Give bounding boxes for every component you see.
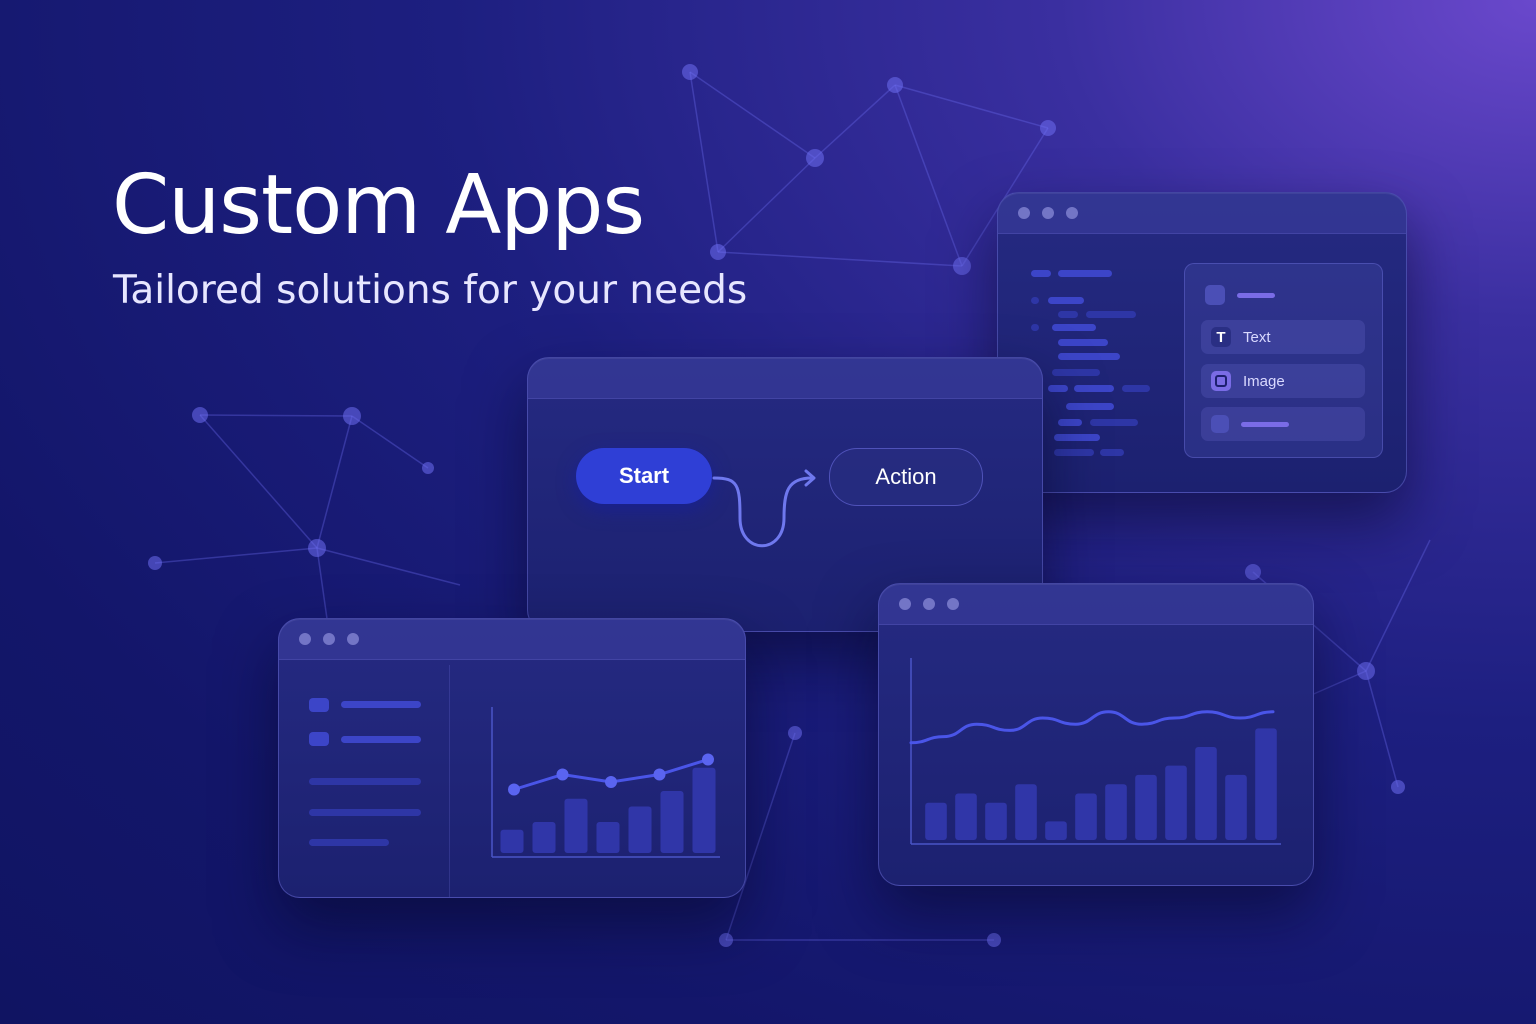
editor-window-titlebar — [998, 193, 1406, 234]
sidebar-item-label — [341, 701, 421, 708]
chart-bar — [985, 802, 1007, 840]
editor-window: T Text Image — [997, 192, 1407, 493]
flow-window-titlebar — [528, 358, 1042, 399]
chart-bar — [660, 791, 684, 853]
dashboard-chart — [491, 707, 720, 858]
window-dot-icon — [1042, 207, 1054, 219]
chart-bar — [1165, 765, 1187, 840]
window-dot-icon — [1018, 207, 1030, 219]
dashboard-window — [278, 618, 746, 898]
sidebar-item[interactable] — [309, 698, 329, 712]
square-icon — [1205, 285, 1225, 305]
panel-item-label: Text — [1243, 328, 1271, 346]
chart-line — [909, 710, 1275, 745]
hero-subtitle: Tailored solutions for your needs — [113, 268, 748, 313]
chart-bar — [500, 829, 524, 853]
chart-bar — [1105, 784, 1127, 840]
analytics-chart — [909, 658, 1281, 845]
dashboard-window-titlebar — [279, 619, 745, 660]
flow-connector — [712, 469, 816, 548]
panel-item-label: Image — [1243, 372, 1285, 390]
chart-bar — [1045, 821, 1067, 840]
panel-item-text[interactable]: T Text — [1201, 320, 1365, 354]
chart-bar — [925, 802, 947, 840]
chart-point — [605, 776, 617, 788]
sidebar-line — [309, 809, 421, 816]
window-dot-icon — [299, 633, 311, 645]
start-node[interactable]: Start — [576, 448, 712, 504]
window-dot-icon — [947, 598, 959, 610]
placeholder-bar — [1237, 292, 1275, 298]
chart-bar — [1225, 774, 1247, 840]
chart-bar — [1075, 793, 1097, 840]
sidebar-item[interactable] — [309, 732, 329, 746]
chart-bar — [1195, 747, 1217, 840]
window-dot-icon — [347, 633, 359, 645]
analytics-window-titlebar — [879, 584, 1313, 625]
panel-item-image[interactable]: Image — [1201, 364, 1365, 398]
chart-point — [702, 753, 714, 766]
panel-placeholder-row[interactable] — [1205, 285, 1275, 305]
dashboard-sidebar — [279, 665, 450, 897]
chart-bar — [1015, 784, 1037, 840]
window-dot-icon — [899, 598, 911, 610]
placeholder-bar — [1241, 421, 1289, 427]
chart-bar — [692, 767, 716, 853]
panel-placeholder-row[interactable] — [1201, 407, 1365, 441]
chart-bar — [628, 806, 652, 853]
window-dot-icon — [923, 598, 935, 610]
sidebar-item-label — [341, 736, 421, 743]
chart-point — [556, 768, 569, 781]
chart-bar — [564, 798, 588, 853]
square-icon — [1211, 415, 1229, 433]
components-panel: T Text Image — [1184, 263, 1383, 458]
sidebar-line — [309, 839, 389, 846]
hero-title: Custom Apps — [112, 158, 645, 253]
action-node[interactable]: Action — [829, 448, 983, 506]
text-icon: T — [1211, 327, 1231, 347]
window-dot-icon — [1066, 207, 1078, 219]
chart-point — [653, 768, 666, 781]
image-icon — [1211, 371, 1231, 391]
analytics-window — [878, 583, 1314, 886]
chart-bar — [596, 822, 620, 853]
chart-bar — [532, 822, 556, 853]
chart-point — [508, 783, 520, 796]
chart-bar — [1135, 774, 1157, 840]
chart-bar — [1255, 728, 1277, 840]
chart-bar — [955, 793, 977, 840]
window-dot-icon — [323, 633, 335, 645]
sidebar-line — [309, 778, 421, 785]
